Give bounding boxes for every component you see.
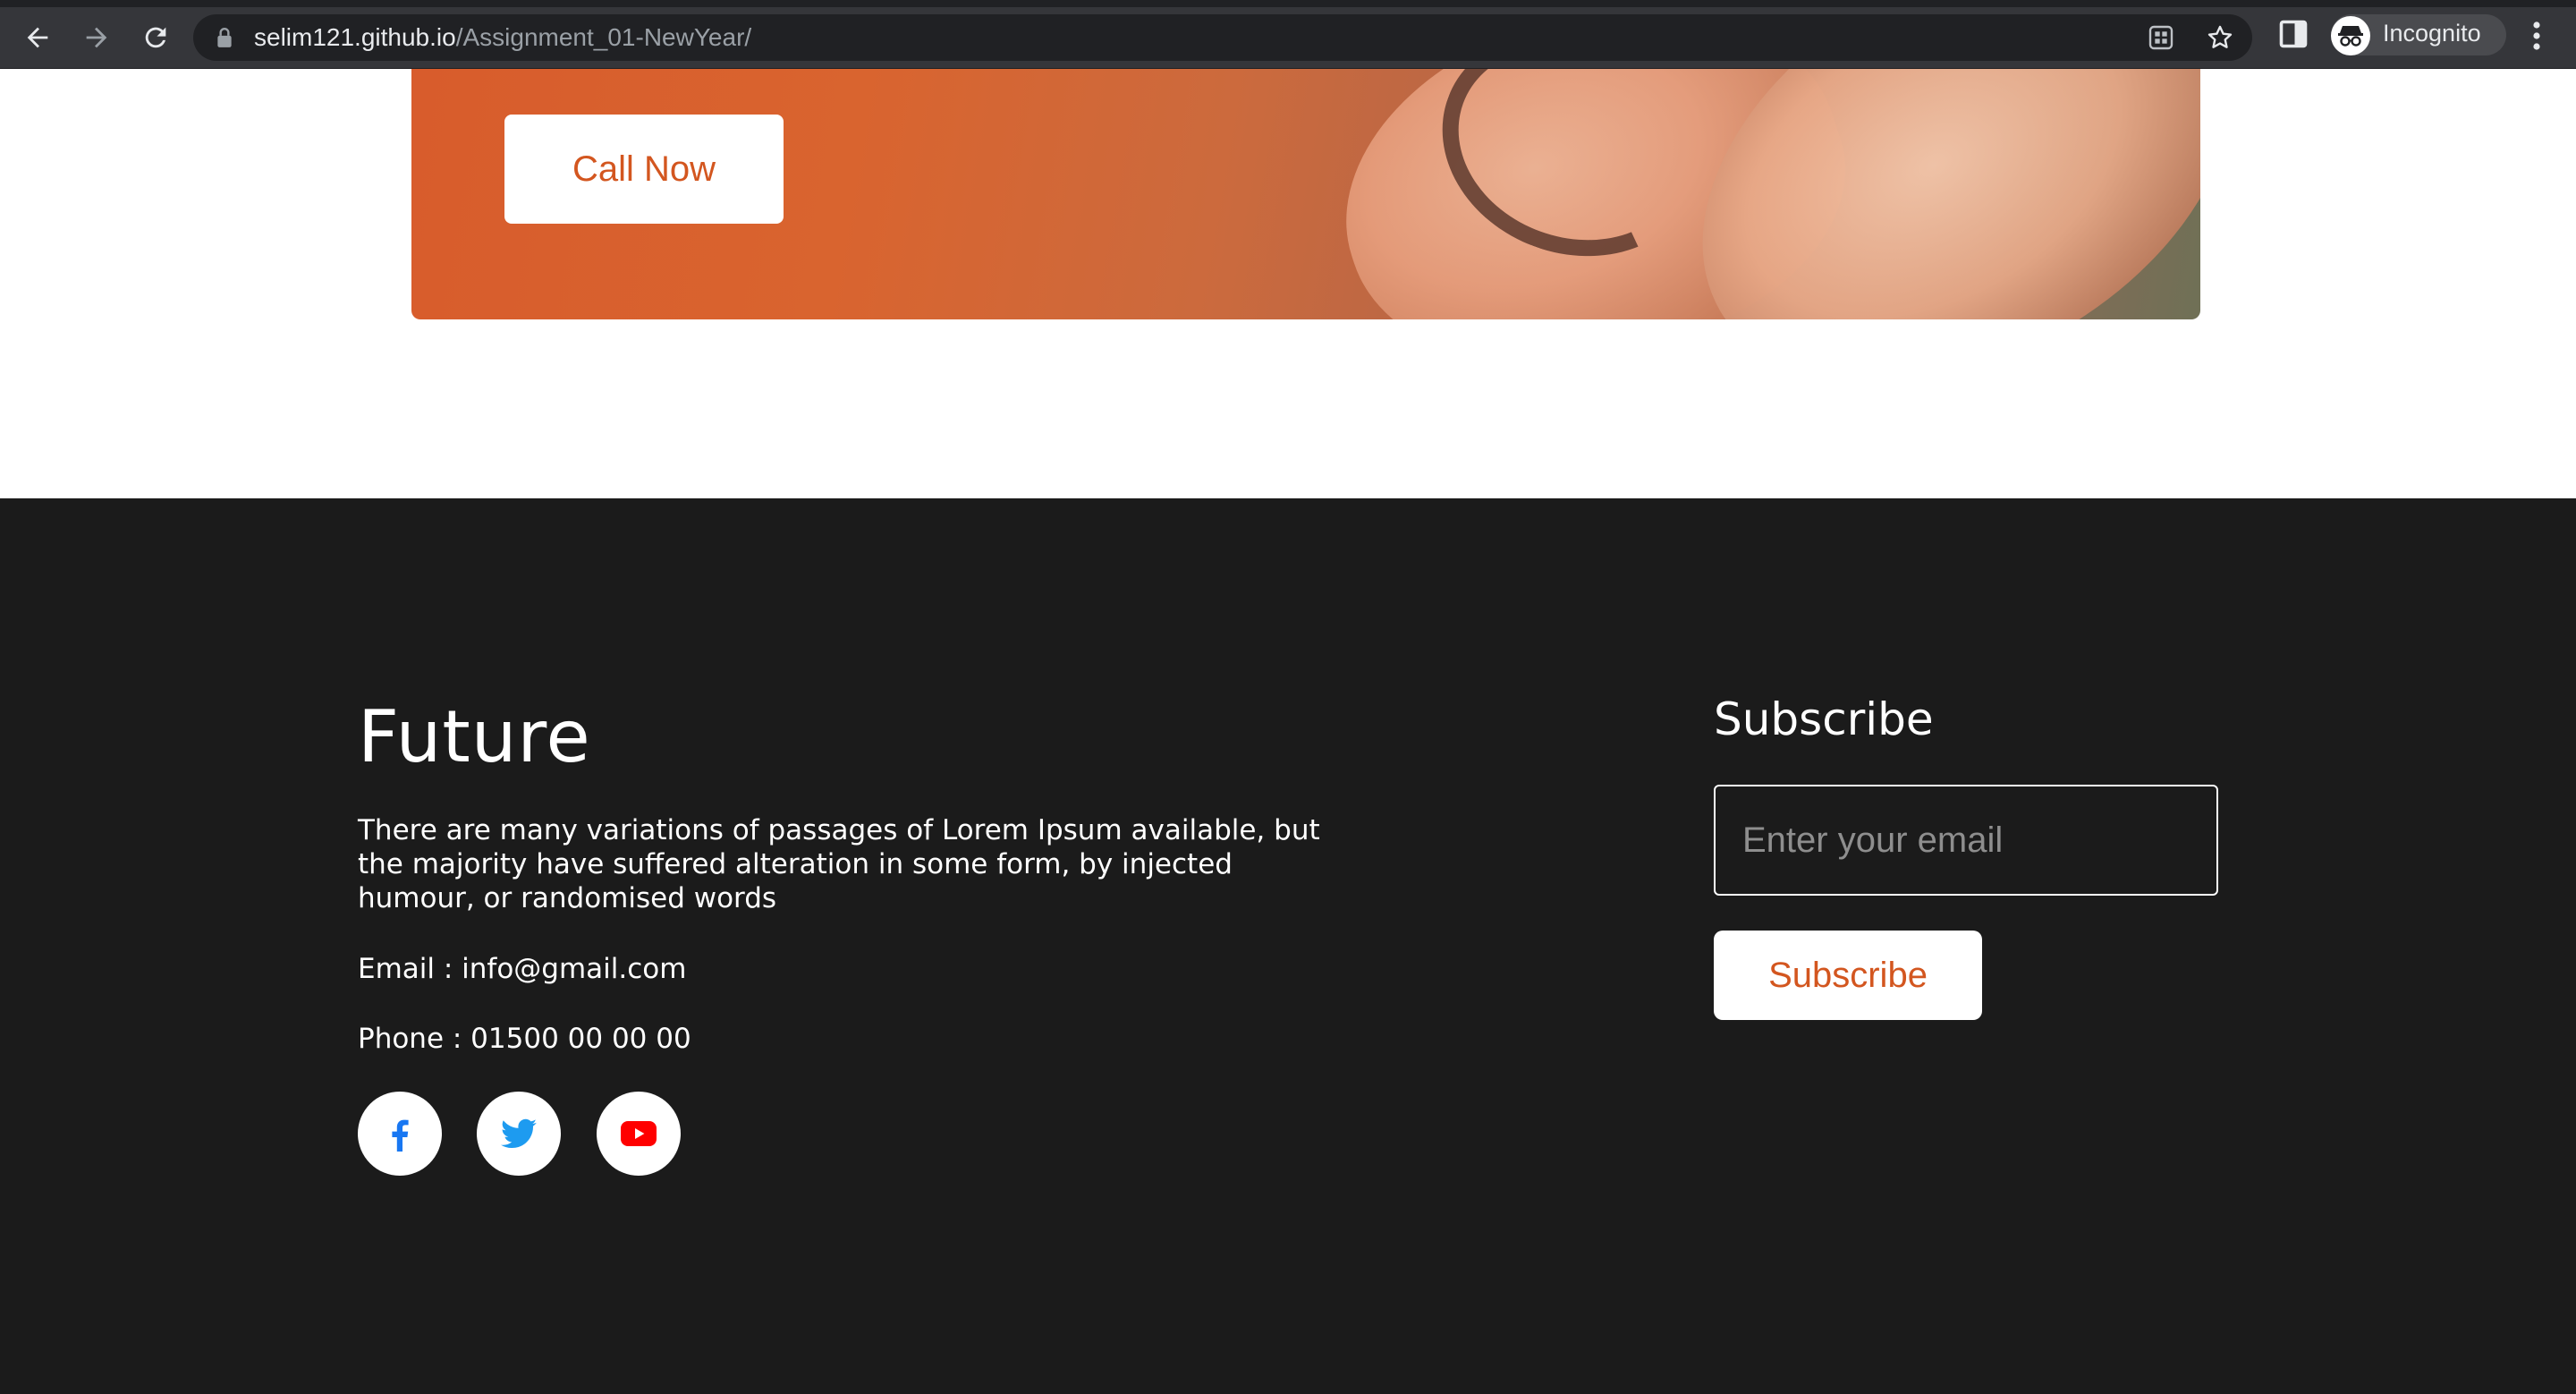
subscribe-email-input[interactable] [1714, 785, 2218, 896]
lock-icon [217, 28, 232, 47]
forward-icon [86, 27, 107, 48]
url-host: selim121.github.io [254, 23, 456, 51]
incognito-icon [2338, 26, 2363, 47]
call-now-button[interactable]: Call Now [504, 115, 784, 224]
footer-phone: Phone : 01500 00 00 00 [358, 1023, 691, 1055]
bookmark-star-icon[interactable] [2206, 23, 2234, 52]
profile-label: Incognito [2383, 20, 2481, 47]
back-button[interactable] [18, 18, 57, 57]
site-footer: Future There are many variations of pass… [0, 498, 2576, 1394]
forward-button[interactable] [77, 18, 116, 57]
incognito-avatar [2331, 16, 2370, 55]
reload-button[interactable] [136, 18, 175, 57]
facebook-link[interactable] [358, 1092, 442, 1176]
menu-dots-icon[interactable] [2526, 20, 2547, 52]
side-panel-icon[interactable] [2277, 18, 2309, 50]
subscribe-heading: Subscribe [1714, 693, 1934, 745]
reload-icon [145, 27, 166, 48]
footer-brand: Future [358, 695, 591, 778]
url-text: selim121.github.io/Assignment_01-NewYear… [254, 23, 751, 52]
footer-email: Email : info@gmail.com [358, 953, 687, 985]
back-icon [27, 27, 48, 48]
address-bar[interactable]: selim121.github.io/Assignment_01-NewYear… [193, 14, 2252, 61]
facebook-icon [392, 1119, 409, 1152]
footer-description: There are many variations of passages of… [358, 814, 1320, 914]
youtube-link[interactable] [597, 1092, 681, 1176]
tab-strip-edge [0, 0, 2576, 7]
youtube-icon [621, 1121, 657, 1146]
browser-toolbar: selim121.github.io/Assignment_01-NewYear… [0, 0, 2576, 69]
twitter-icon [501, 1118, 537, 1149]
subscribe-button[interactable]: Subscribe [1714, 931, 1982, 1020]
twitter-link[interactable] [477, 1092, 561, 1176]
extension-grid-icon[interactable] [2147, 23, 2175, 52]
url-path: /Assignment_01-NewYear/ [455, 23, 752, 51]
